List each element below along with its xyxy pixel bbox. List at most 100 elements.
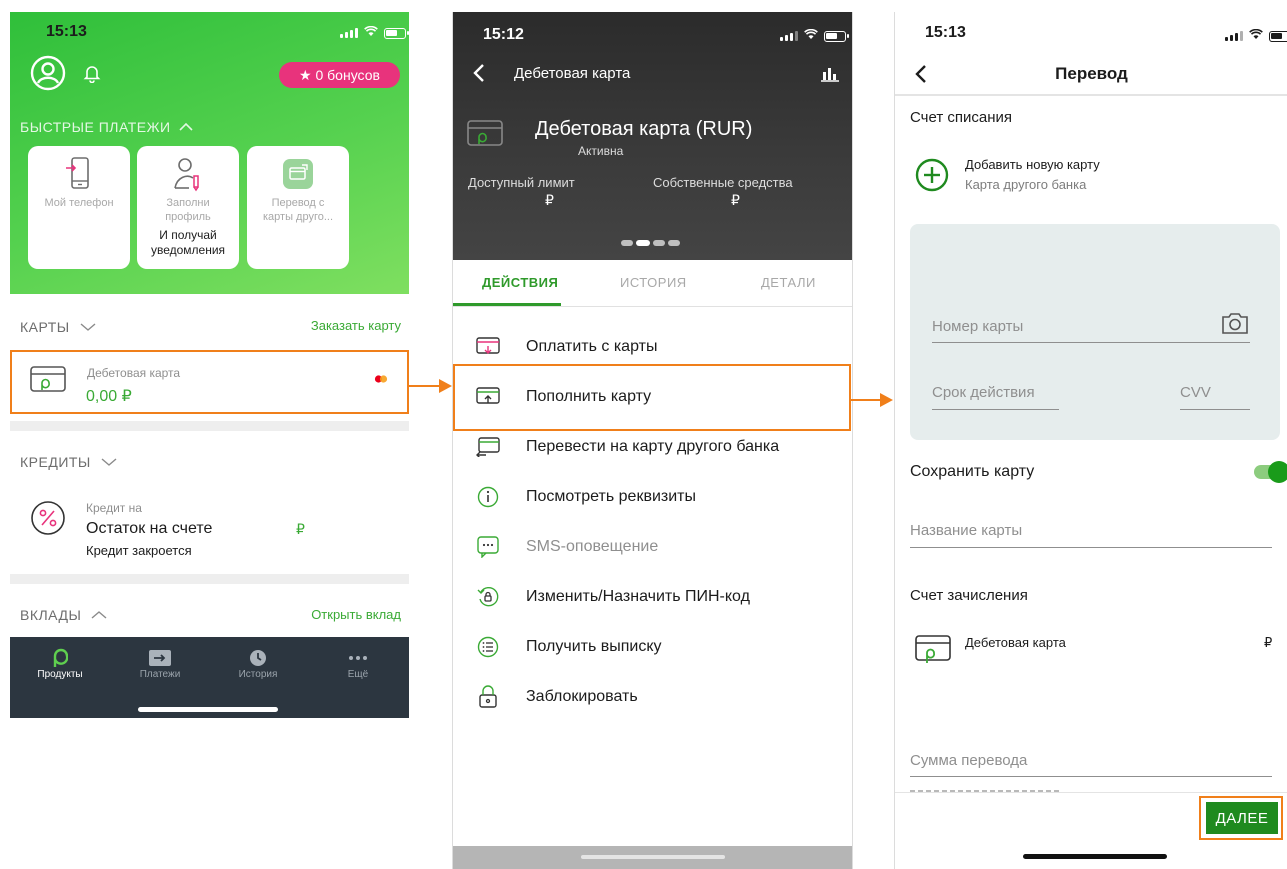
wifi-icon — [1249, 27, 1263, 45]
nav-label: Ещё — [347, 669, 369, 680]
cvv-placeholder: CVV — [1180, 384, 1211, 401]
order-card-link[interactable]: Заказать карту — [311, 318, 401, 333]
action-block-card[interactable]: Заблокировать — [453, 672, 852, 722]
action-label: Перевести на карту другого банка — [526, 438, 780, 455]
cards-section-header[interactable]: КАРТЫ — [20, 319, 96, 335]
deposits-section-header[interactable]: ВКЛАДЫ — [20, 607, 107, 623]
card-name-placeholder: Название карты — [910, 522, 1023, 539]
save-card-label: Сохранить карту — [910, 463, 1035, 480]
quick-card-fill-profile[interactable]: Заполни профиль И получай уведомления — [137, 146, 239, 269]
phone-icon — [59, 154, 99, 194]
highlight-top-up — [453, 364, 851, 431]
pager-dots — [621, 240, 680, 246]
credits-section-header[interactable]: КРЕДИТЫ — [20, 454, 117, 470]
wifi-icon — [804, 27, 818, 45]
destination-account-title: Счет зачисления — [910, 587, 1028, 604]
action-label: Посмотреть реквизиты — [526, 488, 696, 505]
pager-dot — [668, 240, 680, 246]
bonus-badge[interactable]: ★ 0 бонусов — [279, 62, 400, 88]
nav-label: Продукты — [37, 669, 83, 680]
card-name: Дебетовая карта (RUR) — [535, 118, 753, 140]
add-card-label: Добавить новую карту — [965, 157, 1100, 172]
card-form-panel: Номер карты Срок действия CVV — [910, 224, 1280, 440]
card-name-input[interactable] — [910, 547, 1272, 548]
action-get-statement[interactable]: Получить выписку — [453, 622, 852, 672]
bottom-navigation: Продукты Платежи История Ещё — [10, 637, 409, 718]
message-icon — [475, 534, 501, 560]
status-icons — [1225, 27, 1287, 45]
screen-title: Дебетовая карта — [514, 65, 631, 82]
quick-card-label: Мой телефон — [44, 197, 114, 209]
pager-dot — [621, 240, 633, 246]
signal-icon — [1225, 31, 1243, 41]
wifi-icon — [364, 25, 378, 40]
status-time: 15:13 — [925, 24, 966, 41]
nav-item-more[interactable]: Ещё — [318, 647, 398, 680]
chevron-down-icon — [80, 323, 96, 331]
highlight-debit-card — [10, 350, 409, 414]
card-number-input[interactable] — [932, 342, 1250, 343]
section-divider — [10, 574, 409, 584]
card-state: Активна — [578, 144, 624, 158]
own-funds-value: ₽ — [731, 192, 740, 208]
profile-avatar-icon[interactable] — [30, 55, 66, 96]
action-sms-notification[interactable]: SMS-оповещение — [453, 522, 852, 572]
lock-icon — [475, 684, 501, 710]
quick-payments-title-text: БЫСТРЫЕ ПЛАТЕЖИ — [20, 119, 171, 135]
available-limit-value: ₽ — [545, 192, 554, 208]
pager-dot-active — [636, 240, 650, 246]
tab-details[interactable]: ДЕТАЛИ — [761, 275, 816, 290]
bell-icon[interactable] — [82, 63, 102, 88]
open-deposit-link[interactable]: Открыть вклад — [311, 607, 401, 622]
nav-item-products[interactable]: Продукты — [20, 647, 100, 680]
add-card-sub: Карта другого банка — [965, 177, 1087, 192]
quick-card-transfer-other[interactable]: Перевод с карты друго... — [247, 146, 349, 269]
credit-name: Кредит на — [86, 501, 142, 515]
pin-refresh-icon — [475, 584, 501, 610]
action-label: Получить выписку — [526, 638, 662, 655]
chart-stats-icon[interactable] — [821, 66, 839, 87]
deposits-section-title: ВКЛАДЫ — [20, 607, 82, 623]
flow-arrow-icon — [851, 393, 893, 407]
card-transfer-icon — [475, 434, 501, 460]
save-card-toggle[interactable] — [1254, 461, 1287, 483]
debit-card-screen: 15:12 Дебетовая карта Дебетовая карта (R… — [452, 12, 853, 869]
percent-icon — [30, 500, 66, 541]
back-chevron-icon[interactable] — [473, 64, 485, 87]
camera-icon[interactable] — [1221, 311, 1249, 340]
quick-card-my-phone[interactable]: Мой телефон — [28, 146, 130, 269]
plus-circle-icon — [915, 158, 949, 197]
bottom-bar — [453, 846, 852, 869]
quick-payments-title[interactable]: БЫСТРЫЕ ПЛАТЕЖИ — [20, 119, 193, 135]
card-icon — [467, 120, 503, 153]
destination-card[interactable]: Дебетовая карта ₽ — [895, 627, 1287, 677]
action-view-requisites[interactable]: Посмотреть реквизиты — [453, 472, 852, 522]
home-indicator — [1023, 854, 1167, 859]
battery-icon — [1269, 30, 1287, 42]
credit-item[interactable]: Кредит на Остаток на счете ₽ Кредит закр… — [10, 490, 409, 576]
status-time: 15:13 — [46, 23, 87, 40]
action-label: Изменить/Назначить ПИН-код — [526, 588, 750, 605]
nav-label: История — [238, 669, 278, 680]
nav-item-payments[interactable]: Платежи — [120, 647, 200, 680]
screen-title: Перевод — [1055, 64, 1128, 83]
amount-input[interactable] — [910, 776, 1272, 777]
quick-card-sub: И получай уведомления — [150, 228, 226, 257]
tab-history[interactable]: ИСТОРИЯ — [620, 275, 687, 290]
action-change-pin[interactable]: Изменить/Назначить ПИН-код — [453, 572, 852, 622]
expiry-input[interactable] — [932, 409, 1059, 410]
card-transfer-icon — [278, 154, 318, 194]
chevron-down-icon — [101, 458, 117, 466]
toggle-knob — [1268, 461, 1287, 483]
signal-icon — [780, 31, 798, 41]
clock-icon — [218, 647, 298, 669]
credit-balance-label: Остаток на счете — [86, 520, 213, 537]
nav-item-history[interactable]: История — [218, 647, 298, 680]
flow-arrow-icon — [409, 379, 452, 393]
action-label: Заблокировать — [526, 688, 638, 705]
add-new-card[interactable]: Добавить новую карту Карта другого банка — [895, 150, 1287, 210]
header-divider — [895, 94, 1287, 96]
source-account-title: Счет списания — [910, 109, 1012, 126]
cvv-input[interactable] — [1180, 409, 1250, 410]
tab-actions[interactable]: ДЕЙСТВИЯ — [482, 275, 558, 290]
